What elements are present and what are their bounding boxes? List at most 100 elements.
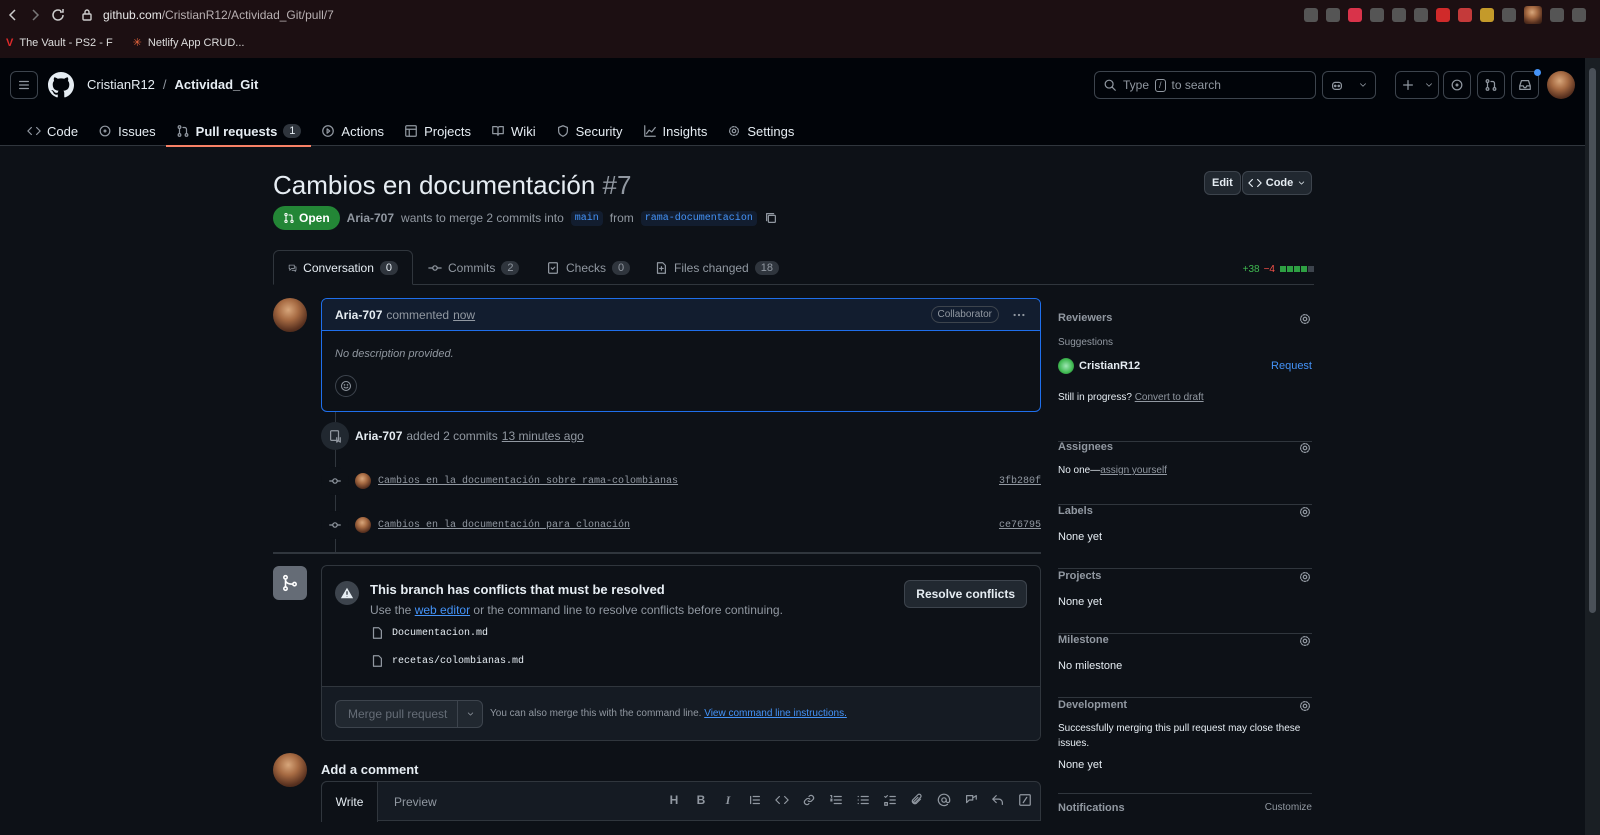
- timeline-divider: [273, 552, 1041, 554]
- base-branch[interactable]: main: [570, 210, 603, 226]
- commit-author-avatar[interactable]: [355, 517, 371, 533]
- commit-sha[interactable]: ce76795: [999, 520, 1041, 531]
- tab-issues[interactable]: Issues: [88, 116, 166, 146]
- tab-insights[interactable]: Insights: [633, 116, 718, 146]
- heading-icon[interactable]: H: [667, 793, 681, 807]
- command-line-link[interactable]: View command line instructions.: [704, 708, 847, 719]
- scrollbar-thumb[interactable]: [1589, 68, 1596, 613]
- extension-icon[interactable]: [1458, 8, 1472, 22]
- commit-author-avatar[interactable]: [355, 473, 371, 489]
- copilot-button[interactable]: [1322, 71, 1376, 99]
- add-reaction-button[interactable]: [335, 375, 357, 397]
- convert-to-draft-link[interactable]: Convert to draft: [1135, 392, 1204, 403]
- repo-link[interactable]: Actividad_Git: [175, 77, 259, 92]
- address-bar[interactable]: github.com/CristianR12/Actividad_Git/pul…: [103, 8, 334, 22]
- commit-message[interactable]: Cambios en la documentación sobre rama-c…: [378, 476, 678, 487]
- code-icon[interactable]: [775, 793, 789, 807]
- tab-label: Projects: [424, 123, 472, 139]
- gear-icon[interactable]: [1298, 505, 1312, 519]
- cross-reference-icon[interactable]: [964, 793, 978, 807]
- edit-button[interactable]: Edit: [1204, 171, 1241, 195]
- reload-icon[interactable]: [50, 7, 66, 23]
- conflict-file[interactable]: recetas/colombianas.md: [370, 654, 524, 668]
- bookmark-vault[interactable]: V The Vault - PS2 - F: [6, 36, 113, 49]
- link-icon[interactable]: [802, 793, 816, 807]
- ordered-list-icon[interactable]: [829, 793, 843, 807]
- pr-author[interactable]: Aria-707: [347, 211, 394, 225]
- mention-icon[interactable]: [937, 793, 951, 807]
- commit-sha[interactable]: 3fb280f: [999, 476, 1041, 487]
- conflict-file[interactable]: Documentacion.md: [370, 626, 488, 640]
- translate-icon[interactable]: [1370, 8, 1384, 22]
- extension-icon[interactable]: [1326, 8, 1340, 22]
- assign-yourself-link[interactable]: assign yourself: [1100, 465, 1167, 476]
- customize-notifications-button[interactable]: Customize: [1265, 802, 1312, 813]
- extension-icon[interactable]: [1480, 8, 1494, 22]
- gear-icon[interactable]: [1298, 570, 1312, 584]
- timeline-time[interactable]: 13 minutes ago: [502, 429, 584, 443]
- gear-icon[interactable]: [1298, 441, 1312, 455]
- comment-author-avatar[interactable]: [273, 298, 307, 332]
- task-list-icon[interactable]: [883, 793, 897, 807]
- paperclip-icon[interactable]: [910, 793, 924, 807]
- tab-checks[interactable]: Checks 0: [532, 250, 644, 285]
- forward-icon[interactable]: [27, 7, 43, 23]
- tab-projects[interactable]: Projects: [394, 116, 481, 146]
- extension-icon[interactable]: [1304, 8, 1318, 22]
- heart-icon[interactable]: [1414, 8, 1428, 22]
- owner-link[interactable]: CristianR12: [87, 77, 155, 92]
- write-tab[interactable]: Write: [321, 781, 378, 822]
- gear-icon[interactable]: [1298, 634, 1312, 648]
- download-icon[interactable]: [1550, 8, 1564, 22]
- quote-icon[interactable]: [748, 793, 762, 807]
- tab-security[interactable]: Security: [546, 116, 633, 146]
- preview-tab[interactable]: Preview: [394, 795, 437, 809]
- tab-wiki[interactable]: Wiki: [481, 116, 546, 146]
- bold-icon[interactable]: B: [694, 793, 708, 807]
- user-avatar[interactable]: [1547, 71, 1575, 99]
- play-icon[interactable]: [1392, 8, 1406, 22]
- resolve-conflicts-button[interactable]: Resolve conflicts: [904, 580, 1027, 608]
- italic-icon[interactable]: I: [721, 793, 735, 807]
- github-header: CristianR12 / Actividad_Git Type / to sear…: [0, 58, 1585, 147]
- code-button[interactable]: Code: [1242, 171, 1312, 195]
- extension-icon[interactable]: [1436, 8, 1450, 22]
- tab-files-changed[interactable]: Files changed 18: [640, 250, 793, 285]
- tab-commits[interactable]: Commits 2: [414, 250, 533, 285]
- tab-conversation[interactable]: Conversation 0: [273, 250, 413, 285]
- back-icon[interactable]: [5, 7, 21, 23]
- tab-pull-requests[interactable]: Pull requests 1: [165, 116, 312, 147]
- kebab-menu-icon[interactable]: [1012, 308, 1026, 322]
- profile-avatar[interactable]: [1524, 6, 1542, 24]
- create-new-button[interactable]: [1395, 71, 1439, 99]
- tab-settings[interactable]: Settings: [717, 116, 804, 146]
- head-branch[interactable]: rama-documentacion: [640, 210, 757, 226]
- page-scrollbar[interactable]: [1585, 58, 1600, 835]
- menu-icon[interactable]: [1572, 8, 1586, 22]
- comment-time[interactable]: now: [453, 308, 475, 322]
- search-input[interactable]: Type / to search: [1094, 71, 1316, 99]
- slash-command-icon[interactable]: [1018, 793, 1032, 807]
- pull-requests-button[interactable]: [1477, 71, 1505, 99]
- github-logo-icon[interactable]: [48, 72, 74, 98]
- tab-actions[interactable]: Actions: [311, 116, 394, 146]
- commit-message[interactable]: Cambios en la documentación para clonaci…: [378, 520, 630, 531]
- gear-icon[interactable]: [1298, 699, 1312, 713]
- hamburger-button[interactable]: [10, 71, 38, 99]
- unordered-list-icon[interactable]: [856, 793, 870, 807]
- bookmark-netlify[interactable]: ✳ Netlify App CRUD...: [133, 36, 245, 50]
- reply-icon[interactable]: [991, 793, 1005, 807]
- reviewer-name[interactable]: CristianR12: [1079, 360, 1140, 372]
- merge-button[interactable]: Merge pull request: [335, 700, 483, 728]
- puzzle-icon[interactable]: [1502, 8, 1516, 22]
- comment-author[interactable]: Aria-707: [335, 308, 382, 322]
- request-review-button[interactable]: Request: [1271, 360, 1312, 372]
- merge-options-dropdown[interactable]: [458, 707, 482, 721]
- pocket-icon[interactable]: [1348, 8, 1362, 22]
- issues-button[interactable]: [1443, 71, 1471, 99]
- copy-icon[interactable]: [764, 211, 778, 225]
- web-editor-link[interactable]: web editor: [415, 603, 470, 617]
- tab-code[interactable]: Code: [17, 116, 88, 146]
- gear-icon[interactable]: [1298, 312, 1312, 326]
- timeline-author[interactable]: Aria-707: [355, 429, 402, 443]
